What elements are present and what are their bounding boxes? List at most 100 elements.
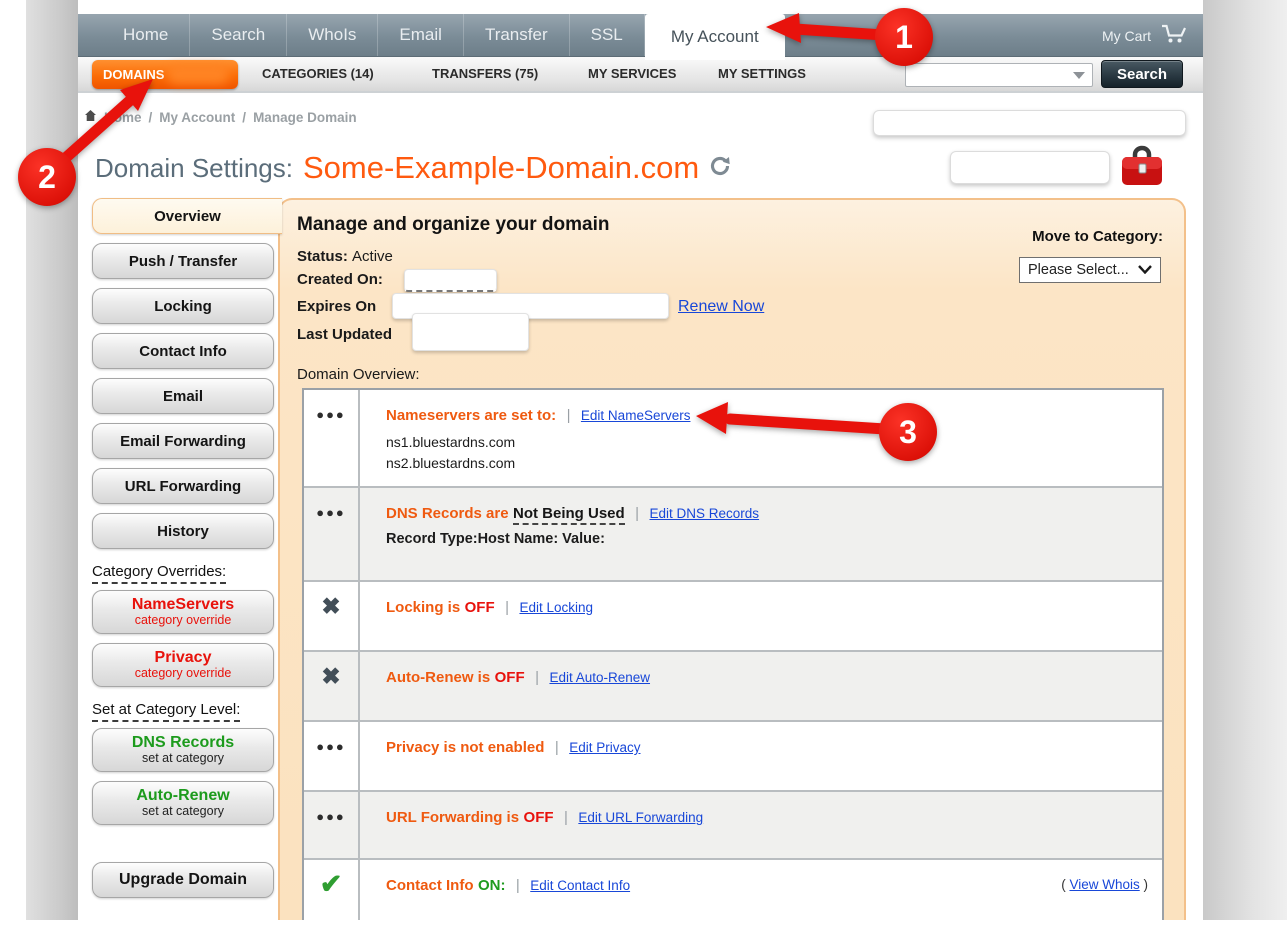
subnav-item-my-settings[interactable]: MY SETTINGS bbox=[718, 57, 806, 91]
nav-tab-home[interactable]: Home bbox=[102, 14, 189, 56]
subnav-item-domains[interactable]: DOMAINS bbox=[92, 60, 238, 89]
category-title: DNS Records bbox=[132, 734, 234, 752]
status-label: Status: bbox=[297, 248, 348, 265]
row-status: OFF bbox=[465, 599, 495, 616]
redacted-domain-count bbox=[167, 65, 229, 84]
domain-overview-label: Domain Overview: bbox=[297, 366, 420, 383]
updated-label: Last Updated bbox=[297, 326, 392, 343]
nav-tab-my-account[interactable]: My Account bbox=[645, 14, 785, 60]
breadcrumb-my-account[interactable]: My Account bbox=[159, 110, 235, 125]
toolbox-icon[interactable] bbox=[1118, 144, 1166, 195]
sidebar-tab-push-transfer[interactable]: Push / Transfer bbox=[92, 243, 274, 279]
sidebar-button-auto-renew-category[interactable]: Auto-Renew set at category bbox=[92, 781, 274, 825]
status-value: Active bbox=[352, 248, 393, 265]
sidebar: Overview Push / Transfer Locking Contact… bbox=[92, 198, 278, 907]
nav-tab-transfer[interactable]: Transfer bbox=[463, 14, 569, 56]
select-value: Please Select... bbox=[1028, 262, 1129, 278]
panel-heading: Manage and organize your domain bbox=[297, 214, 610, 236]
nameserver-2: ns2.bluestardns.com bbox=[386, 453, 1146, 474]
breadcrumb-separator: / bbox=[242, 110, 246, 125]
row-title: Locking is bbox=[386, 599, 460, 616]
edit-nameservers-link[interactable]: Edit NameServers bbox=[581, 408, 691, 423]
redacted-box bbox=[950, 151, 1110, 184]
created-on-line: Created On: bbox=[297, 271, 383, 288]
edit-contact-info-link[interactable]: Edit Contact Info bbox=[530, 878, 630, 893]
search-button[interactable]: Search bbox=[1101, 60, 1183, 88]
edit-url-forwarding-link[interactable]: Edit URL Forwarding bbox=[578, 810, 703, 825]
sidebar-tab-email[interactable]: Email bbox=[92, 378, 274, 414]
refresh-icon[interactable] bbox=[709, 155, 731, 182]
sidebar-button-privacy-override[interactable]: Privacy category override bbox=[92, 643, 274, 687]
override-title: NameServers bbox=[132, 596, 234, 614]
breadcrumb: Home / My Account / Manage Domain bbox=[84, 109, 357, 125]
top-navbar: Home Search WhoIs Email Transfer SSL My … bbox=[78, 14, 1203, 57]
edit-locking-link[interactable]: Edit Locking bbox=[519, 600, 593, 615]
divider: | bbox=[555, 739, 559, 756]
row-title: Privacy is not enabled bbox=[386, 739, 544, 756]
domain-overview-table: ●●● Nameservers are set to: | Edit NameS… bbox=[302, 388, 1164, 920]
move-to-category-label: Move to Category: bbox=[1032, 228, 1163, 245]
row-title: DNS Records are bbox=[386, 505, 509, 522]
check-icon: ✔ bbox=[304, 860, 360, 920]
divider: | bbox=[567, 407, 571, 424]
edit-privacy-link[interactable]: Edit Privacy bbox=[569, 740, 640, 755]
divider: | bbox=[535, 669, 539, 686]
page: Home Search WhoIs Email Transfer SSL My … bbox=[78, 0, 1203, 920]
table-row-contact-info: ✔ Contact Info ON: | Edit Contact Info (… bbox=[304, 858, 1162, 920]
home-icon bbox=[84, 109, 97, 125]
chevron-down-icon bbox=[1138, 262, 1152, 278]
subnav-item-categories[interactable]: CATEGORIES (14) bbox=[262, 57, 374, 91]
domains-label: DOMAINS bbox=[103, 67, 164, 82]
sidebar-tab-overview[interactable]: Overview bbox=[92, 198, 282, 234]
dots-icon: ●●● bbox=[304, 390, 360, 486]
cart-icon bbox=[1160, 24, 1187, 47]
breadcrumb-manage-domain: Manage Domain bbox=[253, 110, 357, 125]
view-whois-link[interactable]: View Whois bbox=[1069, 877, 1139, 892]
row-title: Contact Info bbox=[386, 877, 474, 894]
sidebar-tab-url-forwarding[interactable]: URL Forwarding bbox=[92, 468, 274, 504]
nameserver-1: ns1.bluestardns.com bbox=[386, 432, 1146, 453]
dots-icon: ●●● bbox=[304, 488, 360, 580]
right-gutter bbox=[1203, 0, 1287, 920]
redacted-updated-date bbox=[412, 313, 529, 351]
divider: | bbox=[505, 599, 509, 616]
subnav-item-my-services[interactable]: MY SERVICES bbox=[588, 57, 676, 91]
category-subtitle: set at category bbox=[142, 752, 224, 766]
divider: | bbox=[564, 809, 568, 826]
nav-tab-ssl[interactable]: SSL bbox=[569, 14, 645, 56]
sidebar-tab-history[interactable]: History bbox=[92, 513, 274, 549]
sidebar-tab-email-forwarding[interactable]: Email Forwarding bbox=[92, 423, 274, 459]
nav-tab-search[interactable]: Search bbox=[189, 14, 286, 56]
override-subtitle: category override bbox=[135, 614, 232, 628]
my-cart[interactable]: My Cart bbox=[1102, 14, 1187, 57]
domain-search-combobox[interactable] bbox=[905, 63, 1093, 87]
dropdown-arrow-icon[interactable] bbox=[1073, 72, 1085, 79]
renew-now-link[interactable]: Renew Now bbox=[678, 298, 764, 316]
sidebar-tab-contact-info[interactable]: Contact Info bbox=[92, 333, 274, 369]
sidebar-tab-locking[interactable]: Locking bbox=[92, 288, 274, 324]
table-row-nameservers: ●●● Nameservers are set to: | Edit NameS… bbox=[304, 390, 1162, 486]
expires-on-line: Expires On bbox=[297, 298, 376, 315]
divider: | bbox=[635, 505, 639, 522]
row-title: Auto-Renew is bbox=[386, 669, 490, 686]
my-cart-label: My Cart bbox=[1102, 28, 1151, 44]
left-gutter bbox=[26, 0, 78, 920]
row-status: Not Being Used bbox=[513, 505, 625, 525]
override-title: Privacy bbox=[155, 649, 212, 667]
move-to-category-select[interactable]: Please Select... bbox=[1019, 257, 1161, 283]
page-title: Domain Settings: Some-Example-Domain.com bbox=[95, 150, 731, 186]
nav-tab-email[interactable]: Email bbox=[377, 14, 463, 56]
screen: Home Search WhoIs Email Transfer SSL My … bbox=[0, 0, 1287, 931]
view-whois-wrapper: ( View Whois ) bbox=[1061, 877, 1148, 892]
subnav-item-transfers[interactable]: TRANSFERS (75) bbox=[432, 57, 538, 91]
sidebar-button-dns-records-category[interactable]: DNS Records set at category bbox=[92, 728, 274, 772]
breadcrumb-home[interactable]: Home bbox=[104, 110, 142, 125]
sidebar-button-nameservers-override[interactable]: NameServers category override bbox=[92, 590, 274, 634]
nav-tab-whois[interactable]: WhoIs bbox=[286, 14, 377, 56]
table-row-url-forwarding: ●●● URL Forwarding is OFF | Edit URL For… bbox=[304, 790, 1162, 858]
row-status: OFF bbox=[524, 809, 554, 826]
edit-auto-renew-link[interactable]: Edit Auto-Renew bbox=[549, 670, 650, 685]
last-updated-line: Last Updated bbox=[297, 326, 392, 343]
edit-dns-records-link[interactable]: Edit DNS Records bbox=[650, 506, 760, 521]
upgrade-domain-button[interactable]: Upgrade Domain bbox=[92, 862, 274, 898]
